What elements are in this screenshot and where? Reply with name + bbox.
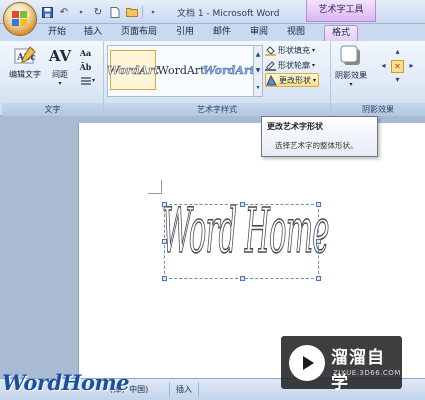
wordart-styles-group-label: 艺术字样式	[104, 103, 330, 116]
margin-corner-marker	[148, 180, 162, 194]
change-shape-dropdown-icon: ▾	[313, 76, 317, 84]
status-separator	[169, 382, 170, 397]
vertical-text-icon[interactable]: Āb	[80, 61, 92, 72]
resize-handle-left[interactable]	[162, 239, 167, 244]
tab-view[interactable]: 视图	[283, 25, 309, 41]
edit-text-button[interactable]: Abc 编辑文字	[6, 45, 44, 80]
shadow-effects-label: 阴影效果	[335, 71, 367, 80]
shape-outline-dropdown-icon: ▾	[312, 61, 316, 69]
spacing-button[interactable]: AV 间距 ▾	[47, 45, 73, 87]
resize-handle-top[interactable]	[240, 202, 245, 207]
shadow-effects-button[interactable]: 阴影效果 ▾	[333, 45, 369, 88]
align-dropdown-icon[interactable]: ▾	[92, 77, 95, 84]
shadow-effects-icon	[340, 45, 362, 67]
gallery-more-icon[interactable]: ▾	[256, 84, 259, 91]
shadow-effects-dropdown-icon: ▾	[349, 81, 353, 88]
status-separator	[198, 382, 199, 397]
open-folder-icon[interactable]	[125, 5, 139, 19]
window-title: 文档 1 - Microsoft Word	[177, 9, 280, 19]
even-height-icon[interactable]: Aa	[80, 47, 91, 58]
wordart-style-1[interactable]: WordArt	[107, 50, 159, 90]
change-shape-button[interactable]: 更改形状 ▾	[265, 73, 320, 87]
edit-text-label: 编辑文字	[9, 70, 41, 79]
nudge-down-icon[interactable]: ▾	[392, 75, 403, 86]
customize-qat-icon[interactable]: ▾	[146, 5, 160, 19]
text-group-label: 文字	[2, 103, 103, 116]
nudge-up-icon[interactable]: ▴	[392, 47, 403, 58]
gallery-scroll-down-icon[interactable]: ▼	[256, 67, 261, 74]
ribbon-tabs: 开始 插入 页面布局 引用 邮件 审阅 视图 格式	[0, 24, 425, 41]
shape-fill-button[interactable]: 形状填充 ▾	[265, 43, 315, 57]
resize-handle-bottom-right[interactable]	[316, 276, 321, 281]
gallery-scroll-up-icon[interactable]: ▲	[256, 51, 261, 58]
spacing-dropdown-icon: ▾	[58, 80, 62, 87]
undo-icon[interactable]: ↶	[57, 5, 71, 19]
shadow-group-label: 阴影效果	[331, 103, 425, 116]
dropdown-icon[interactable]: ▾	[74, 5, 88, 19]
shape-outline-label: 形状轮廓	[278, 60, 310, 70]
shape-fill-label: 形状填充	[278, 45, 310, 55]
qat-separator	[142, 6, 143, 18]
tab-page-layout[interactable]: 页面布局	[117, 25, 161, 41]
change-shape-label: 更改形状	[279, 75, 311, 85]
edit-text-icon: Abc	[13, 45, 37, 67]
new-document-icon[interactable]	[108, 5, 122, 19]
tooltip-title: 更改艺术字形状	[267, 122, 323, 131]
save-icon[interactable]	[40, 5, 54, 19]
resize-handle-top-right[interactable]	[316, 202, 321, 207]
gallery-scroll[interactable]: ▲ ▼ ▾	[253, 45, 263, 97]
wordart-selection-frame[interactable]	[162, 202, 321, 281]
tab-references[interactable]: 引用	[172, 25, 198, 41]
pen-icon	[265, 60, 276, 71]
office-logo-icon	[12, 11, 28, 27]
tab-format[interactable]: 格式	[324, 25, 358, 41]
resize-handle-right[interactable]	[316, 239, 321, 244]
watermark-name: 溜溜自学	[331, 348, 385, 393]
text-group: Abc 编辑文字 AV 间距 ▾ Aa Āb ▾ 文字	[2, 41, 104, 116]
tooltip-description: 选择艺术字的整体形状。	[275, 141, 358, 150]
tab-home[interactable]: 开始	[43, 25, 71, 41]
resize-handle-bottom[interactable]	[240, 276, 245, 281]
office-button[interactable]	[3, 2, 37, 36]
spacing-label: 间距	[52, 70, 68, 79]
tab-review[interactable]: 审阅	[246, 25, 272, 41]
tab-mailings[interactable]: 邮件	[209, 25, 235, 41]
watermark-url: ZIXUE.3D66.COM	[333, 369, 401, 377]
quick-access-toolbar: ↶ ▾ ↻ ▾	[40, 4, 160, 20]
change-shape-icon	[266, 74, 277, 86]
spacing-icon: AV	[48, 47, 72, 65]
wordart-style-gallery: WordArt WordArt WordArt	[107, 45, 263, 97]
align-text-icon[interactable]	[80, 75, 91, 86]
shape-outline-button[interactable]: 形状轮廓 ▾	[265, 58, 315, 72]
status-insert-mode[interactable]: 插入	[176, 384, 192, 395]
wordart-tools-context-title: 艺术字工具	[306, 0, 376, 22]
shape-fill-dropdown-icon: ▾	[312, 46, 316, 54]
redo-icon[interactable]: ↻	[91, 5, 105, 19]
ribbon: Abc 编辑文字 AV 间距 ▾ Aa Āb ▾ 文字 艺术字样式 WordAr…	[0, 41, 425, 140]
title-bar: ↶ ▾ ↻ ▾ 文档 1 - Microsoft Word 艺术字工具	[0, 0, 425, 24]
wordart-style-3[interactable]: WordArt	[203, 50, 255, 90]
tab-insert[interactable]: 插入	[80, 25, 106, 41]
play-logo-icon	[289, 345, 325, 381]
nudge-left-icon[interactable]: ◂	[378, 61, 389, 72]
shadow-nudge-pad: ▴ ◂ ✕ ▸ ▾	[378, 47, 418, 87]
wordart-style-2[interactable]: WordArt	[157, 50, 204, 90]
change-shape-tooltip: 更改艺术字形状 选择艺术字的整体形状。	[261, 116, 378, 157]
watermark-badge: 溜溜自学 ZIXUE.3D66.COM	[281, 336, 402, 393]
resize-handle-bottom-left[interactable]	[162, 276, 167, 281]
nudge-right-icon[interactable]: ▸	[406, 61, 417, 72]
paint-bucket-icon	[265, 45, 276, 56]
shadow-toggle-icon[interactable]: ✕	[391, 60, 404, 73]
wordhome-logo: WordHome	[2, 370, 130, 395]
resize-handle-top-left[interactable]	[162, 202, 167, 207]
shadow-effects-group: 阴影效果 ▾ ▴ ◂ ✕ ▸ ▾ 阴影效果	[331, 41, 425, 116]
